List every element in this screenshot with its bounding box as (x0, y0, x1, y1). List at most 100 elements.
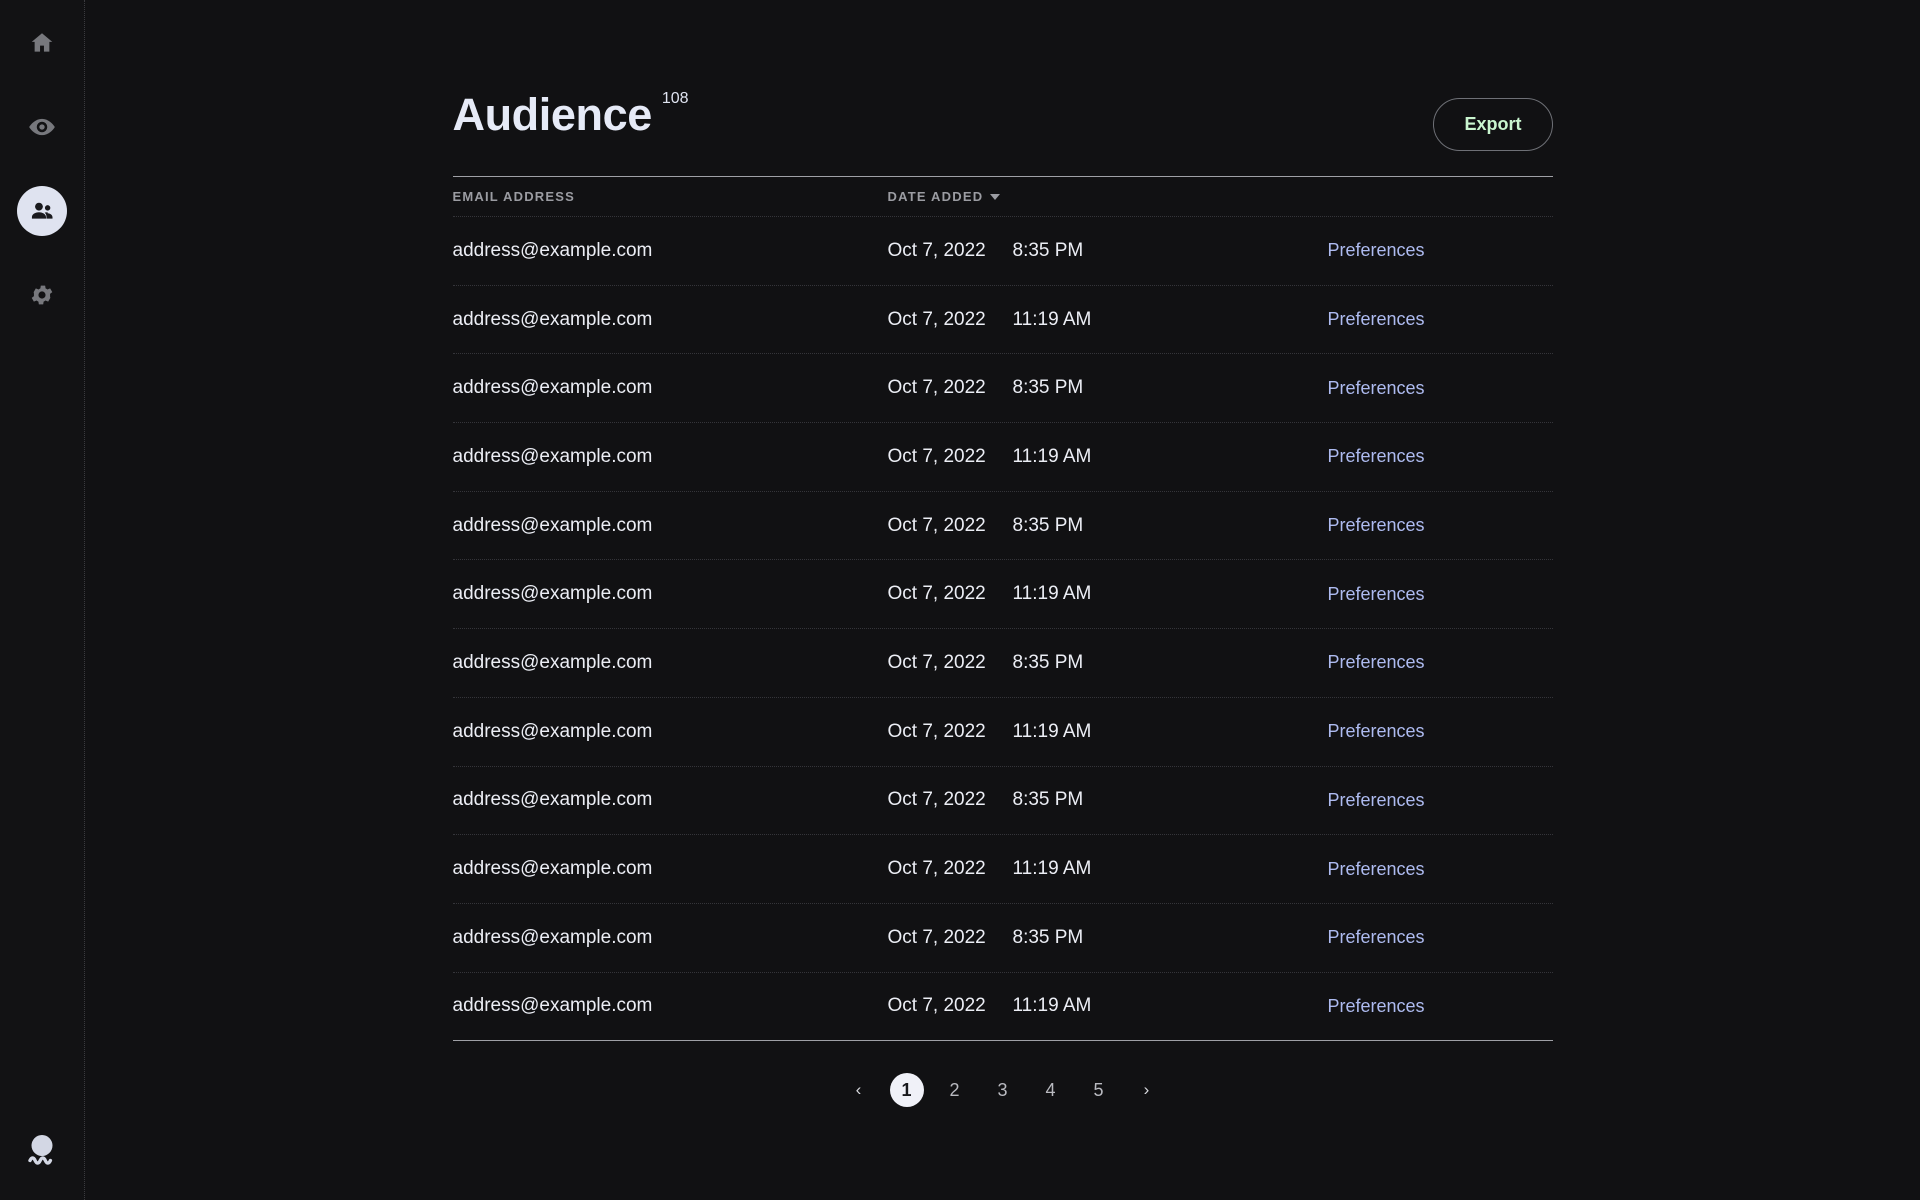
page-content: Audience 108 Export EMAIL ADDRESS DATE A… (452, 0, 1553, 1108)
cell-actions: Preferences (1328, 859, 1553, 880)
cell-email: address@example.com (452, 789, 653, 811)
column-header-email[interactable]: EMAIL ADDRESS (453, 189, 888, 204)
sidebar-nav (17, 18, 67, 320)
export-button[interactable]: Export (1433, 98, 1553, 151)
preferences-link[interactable]: Preferences (1328, 790, 1425, 810)
cell-date: Oct 7, 2022 (887, 720, 986, 742)
cell-date-added: Oct 7, 2022 8:35 PM (888, 515, 1328, 537)
preferences-link[interactable]: Preferences (1328, 721, 1425, 741)
cell-actions: Preferences (1328, 240, 1553, 261)
pagination-page[interactable]: 5 (1082, 1073, 1116, 1107)
cell-time: 11:19 AM (1012, 720, 1092, 742)
sidebar-item-home[interactable] (17, 18, 67, 68)
cell-date: Oct 7, 2022 (887, 308, 986, 330)
cell-actions: Preferences (1328, 446, 1553, 467)
cell-time: 8:35 PM (1012, 514, 1084, 536)
table-row: address@example.com Oct 7, 2022 8:35 PM Pre… (452, 904, 1553, 973)
cell-date-added: Oct 7, 2022 8:35 PM (888, 927, 1328, 949)
cell-date-added: Oct 7, 2022 8:35 PM (888, 377, 1328, 399)
cell-email: address@example.com (452, 377, 653, 399)
title-group: Audience 108 (453, 76, 689, 137)
app-root: Audience 108 Export EMAIL ADDRESS DATE A… (0, 0, 1920, 1200)
home-icon (29, 30, 55, 56)
cell-date: Oct 7, 2022 (887, 514, 986, 536)
cell-email: address@example.com (452, 858, 653, 880)
cell-date-added: Oct 7, 2022 8:35 PM (888, 240, 1328, 262)
preferences-link[interactable]: Preferences (1328, 859, 1425, 879)
cell-date-added: Oct 7, 2022 11:19 AM (888, 446, 1328, 468)
pagination-prev[interactable]: ‹ (842, 1073, 876, 1107)
sidebar (0, 0, 85, 1200)
table-row: address@example.com Oct 7, 2022 11:19 AM Pr… (452, 835, 1553, 904)
cell-date: Oct 7, 2022 (887, 995, 986, 1017)
chevron-down-icon (990, 193, 1001, 200)
table-row: address@example.com Oct 7, 2022 11:19 AM Pr… (452, 973, 1553, 1042)
cell-email: address@example.com (452, 239, 653, 261)
pagination-page[interactable]: 4 (1034, 1073, 1068, 1107)
table-row: address@example.com Oct 7, 2022 11:19 AM Pr… (452, 698, 1553, 767)
cell-time: 11:19 AM (1012, 858, 1092, 880)
cell-date: Oct 7, 2022 (887, 858, 986, 880)
preferences-link[interactable]: Preferences (1328, 927, 1425, 947)
cell-time: 11:19 AM (1012, 583, 1092, 605)
cell-time: 8:35 PM (1012, 789, 1084, 811)
pagination-page-active[interactable]: 1 (889, 1073, 924, 1108)
cell-email: address@example.com (452, 651, 653, 673)
cell-time: 11:19 AM (1012, 995, 1092, 1017)
cell-time: 8:35 PM (1012, 651, 1084, 673)
cell-date-added: Oct 7, 2022 8:35 PM (888, 789, 1328, 811)
table-row: address@example.com Oct 7, 2022 8:35 PM Pre… (452, 629, 1553, 698)
table-row: address@example.com Oct 7, 2022 8:35 PM Pre… (452, 767, 1553, 836)
cell-actions: Preferences (1328, 927, 1553, 948)
cell-actions: Preferences (1328, 996, 1553, 1017)
cell-date-added: Oct 7, 2022 11:19 AM (888, 721, 1328, 743)
preferences-link[interactable]: Preferences (1328, 446, 1425, 466)
avatar-icon (22, 1130, 62, 1175)
cell-date: Oct 7, 2022 (887, 445, 986, 467)
sidebar-item-settings[interactable] (17, 270, 67, 320)
cell-email: address@example.com (452, 308, 653, 330)
cell-time: 11:19 AM (1012, 445, 1092, 467)
pagination-pages: 12345 (889, 1073, 1116, 1108)
page-header: Audience 108 Export (453, 76, 1553, 162)
people-icon (29, 198, 55, 224)
audience-table: EMAIL ADDRESS DATE ADDED address@example… (452, 176, 1553, 1042)
preferences-link[interactable]: Preferences (1328, 309, 1425, 329)
cell-email: address@example.com (452, 445, 653, 467)
gear-icon (29, 282, 55, 308)
pagination-page[interactable]: 3 (986, 1073, 1020, 1107)
audience-count-badge: 108 (661, 90, 689, 107)
column-header-date-added[interactable]: DATE ADDED (888, 189, 1328, 204)
cell-email: address@example.com (452, 514, 653, 536)
page-title: Audience (452, 89, 653, 140)
main-area: Audience 108 Export EMAIL ADDRESS DATE A… (85, 0, 1920, 1200)
cell-actions: Preferences (1328, 652, 1553, 673)
table-header-row: EMAIL ADDRESS DATE ADDED (452, 177, 1553, 217)
cell-email: address@example.com (452, 926, 653, 948)
sidebar-item-preview[interactable] (17, 102, 67, 152)
preferences-link[interactable]: Preferences (1328, 240, 1425, 260)
sidebar-item-audience[interactable] (17, 186, 67, 236)
preferences-link[interactable]: Preferences (1328, 378, 1425, 398)
preferences-link[interactable]: Preferences (1328, 515, 1425, 535)
table-body: address@example.com Oct 7, 2022 8:35 PM Pre… (452, 217, 1553, 1042)
cell-date-added: Oct 7, 2022 11:19 AM (888, 309, 1328, 331)
cell-email: address@example.com (452, 720, 653, 742)
table-row: address@example.com Oct 7, 2022 11:19 AM Pr… (452, 286, 1553, 355)
table-row: address@example.com Oct 7, 2022 8:35 PM Pre… (452, 492, 1553, 561)
pagination-next[interactable]: › (1130, 1073, 1164, 1107)
cell-actions: Preferences (1328, 584, 1553, 605)
cell-date: Oct 7, 2022 (887, 651, 986, 673)
cell-actions: Preferences (1328, 721, 1553, 742)
cell-time: 8:35 PM (1012, 239, 1084, 261)
table-row: address@example.com Oct 7, 2022 11:19 AM Pr… (452, 560, 1553, 630)
cell-actions: Preferences (1328, 309, 1553, 330)
pagination-page[interactable]: 2 (938, 1073, 972, 1107)
avatar[interactable] (20, 1130, 64, 1174)
cell-date: Oct 7, 2022 (887, 377, 986, 399)
preferences-link[interactable]: Preferences (1328, 584, 1425, 604)
preferences-link[interactable]: Preferences (1328, 996, 1425, 1016)
cell-actions: Preferences (1328, 378, 1553, 399)
preferences-link[interactable]: Preferences (1328, 652, 1425, 672)
table-row: address@example.com Oct 7, 2022 8:35 PM Pre… (452, 354, 1553, 424)
